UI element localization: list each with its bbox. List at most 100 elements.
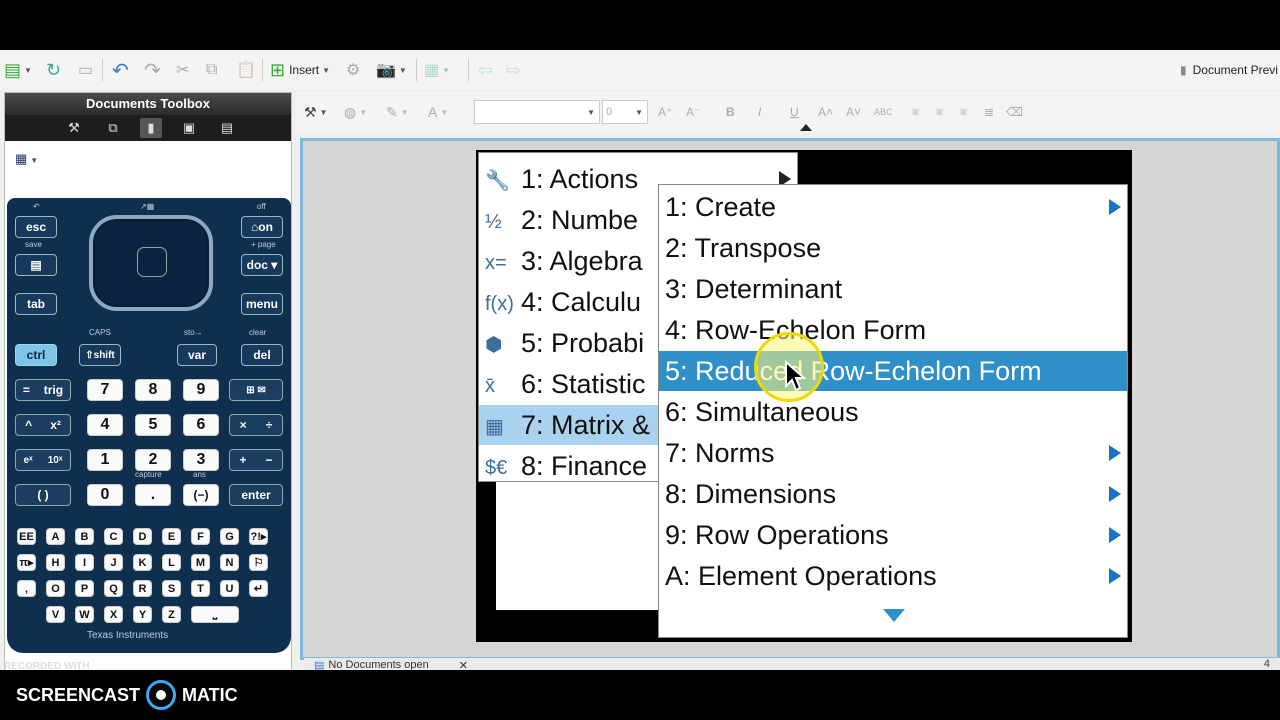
letter-key[interactable]: ⚐: [249, 554, 268, 571]
times-key[interactable]: ×: [240, 418, 247, 432]
letter-key[interactable]: K: [133, 554, 152, 571]
letter-key[interactable]: P: [75, 580, 94, 597]
letter-key[interactable]: A: [46, 528, 65, 545]
ctrl-key[interactable]: ctrl: [15, 344, 57, 366]
letter-key[interactable]: V: [46, 606, 65, 623]
minus-key[interactable]: −: [265, 453, 272, 467]
text-color-icon[interactable]: A ▼: [428, 100, 448, 124]
superscript-icon[interactable]: A˄: [818, 100, 833, 124]
letter-key[interactable]: H: [46, 554, 65, 571]
letter-key[interactable]: L: [162, 554, 181, 571]
line-color-icon[interactable]: ✎ ▼: [386, 100, 409, 124]
letter-key[interactable]: ?!▸: [249, 528, 268, 545]
divide-key[interactable]: ÷: [266, 418, 273, 432]
underline-icon[interactable]: U: [790, 100, 799, 124]
letter-key[interactable]: M: [191, 554, 210, 571]
key-4[interactable]: 4: [87, 414, 123, 436]
matrix-submenu-item[interactable]: 3: Determinant: [659, 269, 1127, 309]
letter-key[interactable]: π▸: [17, 554, 36, 571]
letter-key[interactable]: Q: [104, 580, 123, 597]
letter-key[interactable]: F: [191, 528, 210, 545]
fill-color-icon[interactable]: ◍ ▼: [344, 100, 367, 124]
previous-page-icon[interactable]: ⇦: [478, 58, 493, 82]
key-2[interactable]: 2: [135, 449, 171, 471]
justify-icon[interactable]: ≣: [984, 100, 994, 124]
letter-key[interactable]: ‚: [17, 580, 36, 597]
content-explorer-tab-icon[interactable]: ▣: [178, 118, 200, 138]
utilities-tab-icon[interactable]: ▤: [216, 118, 238, 138]
shift-key[interactable]: ⇧shift: [79, 344, 121, 366]
letter-key[interactable]: D: [133, 528, 152, 545]
document-preview-button[interactable]: ▮ Document Previ: [1180, 58, 1278, 82]
del-key[interactable]: del: [241, 344, 283, 366]
calculator-emulator-tab-icon[interactable]: ▮: [140, 118, 162, 138]
subscript-icon[interactable]: A˅: [846, 100, 861, 124]
var-key[interactable]: var: [177, 344, 217, 366]
key-1[interactable]: 1: [87, 449, 123, 471]
matrix-submenu-item[interactable]: A: Element Operations: [659, 556, 1127, 596]
menu-key[interactable]: menu: [241, 293, 283, 315]
letter-key[interactable]: J: [104, 554, 123, 571]
key-7[interactable]: 7: [87, 379, 123, 401]
key-9[interactable]: 9: [183, 379, 219, 401]
key-5[interactable]: 5: [135, 414, 171, 436]
letter-key[interactable]: ⎵: [191, 606, 239, 623]
letter-key[interactable]: G: [220, 528, 239, 545]
letter-key[interactable]: C: [104, 528, 123, 545]
trig-key[interactable]: trig: [44, 383, 63, 397]
letter-key[interactable]: Y: [133, 606, 152, 623]
exp-key[interactable]: eˣ 10ˣ: [15, 449, 71, 471]
matrix-submenu-item[interactable]: 4: Row-Echelon Form: [659, 310, 1127, 350]
letter-key[interactable]: U: [220, 580, 239, 597]
touchpad-center[interactable]: [137, 247, 167, 277]
power-key[interactable]: ^ x²: [15, 414, 71, 436]
tools-tab-icon[interactable]: ⚒: [63, 118, 85, 138]
redo-icon[interactable]: ↷: [144, 58, 161, 82]
matrix-submenu-item[interactable]: 6: Simultaneous: [659, 392, 1127, 432]
paren-key[interactable]: ( ): [15, 484, 71, 506]
cut-icon[interactable]: ✂: [176, 58, 189, 82]
page-sorter-tab-icon[interactable]: ⧉: [102, 118, 124, 138]
negative-key[interactable]: (−): [183, 484, 219, 506]
scroll-down-icon[interactable]: [883, 609, 905, 622]
bold-icon[interactable]: B: [726, 100, 735, 124]
letter-key[interactable]: EE: [17, 528, 36, 545]
plus-minus-key[interactable]: + −: [229, 449, 283, 471]
matrix-submenu-item[interactable]: 7: Norms: [659, 433, 1127, 473]
doc-key[interactable]: doc ▾: [241, 254, 283, 276]
home-on-key[interactable]: ⌂on: [241, 216, 283, 238]
times-div-key[interactable]: × ÷: [229, 414, 283, 436]
open-document-icon[interactable]: ↻: [46, 58, 61, 82]
key-8[interactable]: 8: [135, 379, 171, 401]
letter-key[interactable]: ↵: [249, 580, 268, 597]
decimal-key[interactable]: .: [135, 484, 171, 506]
new-document-icon[interactable]: ▤ ▼: [4, 58, 32, 82]
templates-key[interactable]: ⊞ ✉: [229, 379, 283, 401]
caret-key[interactable]: ^: [25, 418, 32, 432]
letter-key[interactable]: Z: [162, 606, 181, 623]
insert-button[interactable]: ⊞ Insert ▼: [270, 58, 330, 82]
letter-key[interactable]: I: [75, 554, 94, 571]
align-left-icon[interactable]: ≡: [912, 100, 919, 124]
next-page-icon[interactable]: ⇨: [506, 58, 521, 82]
align-right-icon[interactable]: ≡: [960, 100, 967, 124]
key-6[interactable]: 6: [183, 414, 219, 436]
collapse-arrow-icon[interactable]: [800, 124, 812, 131]
plus-key[interactable]: +: [239, 453, 246, 467]
align-center-icon[interactable]: ≡: [936, 100, 943, 124]
italic-icon[interactable]: I: [758, 100, 761, 124]
key-3[interactable]: 3: [183, 449, 219, 471]
matrix-submenu-item[interactable]: 2: Transpose: [659, 228, 1127, 268]
strikethrough-icon[interactable]: ABC: [874, 100, 893, 124]
tools-icon[interactable]: ⚒ ▼: [304, 100, 327, 124]
esc-key[interactable]: esc: [15, 216, 57, 238]
letter-key[interactable]: N: [220, 554, 239, 571]
increase-font-icon[interactable]: A⁺: [658, 100, 672, 124]
screenshot-icon[interactable]: 📷 ▼: [376, 58, 407, 82]
equals-trig-key[interactable]: = trig: [15, 379, 71, 401]
font-family-select[interactable]: ▼: [474, 100, 600, 124]
font-size-select[interactable]: 0 ▼: [602, 100, 648, 124]
copy-icon[interactable]: ⧉: [206, 58, 217, 82]
document-tab[interactable]: ▤ No Documents open ✕: [314, 658, 468, 670]
paste-icon[interactable]: 📋: [236, 58, 256, 82]
